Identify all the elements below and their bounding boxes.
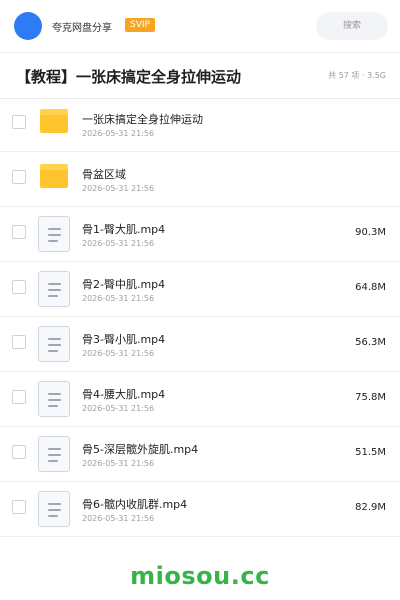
brand-name: 夸克网盘分享	[52, 23, 112, 34]
list-item[interactable]: 一张床搞定全身拉伸运动 2026-05-31 21:56	[0, 97, 400, 152]
file-date: 2026-05-31 21:56	[82, 294, 155, 303]
share-page: 夸克网盘分享 SVIP 搜索 【教程】一张床搞定全身拉伸运动 共 57 项 · …	[0, 0, 400, 600]
list-item[interactable]: 骨2-臀中肌.mp4 2026-05-31 21:56 64.8M	[0, 262, 400, 317]
file-date: 2026-05-31 21:56	[82, 349, 155, 358]
checkbox[interactable]	[12, 225, 26, 239]
video-file-icon	[38, 271, 70, 307]
file-size: 56.3M	[355, 337, 386, 348]
file-date: 2026-05-31 21:56	[82, 239, 155, 248]
file-name: 骨1-臀大肌.mp4	[82, 223, 166, 236]
checkbox[interactable]	[12, 170, 26, 184]
folder-icon	[40, 109, 68, 133]
file-name: 骨3-臀小肌.mp4	[82, 333, 166, 346]
avatar[interactable]	[14, 12, 42, 40]
video-file-icon	[38, 491, 70, 527]
file-name: 骨2-臀中肌.mp4	[82, 278, 166, 291]
video-file-icon	[38, 436, 70, 472]
list-item[interactable]: 骨4-腰大肌.mp4 2026-05-31 21:56 75.8M	[0, 372, 400, 427]
file-date: 2026-05-31 21:56	[82, 514, 155, 523]
file-date: 2026-05-31 21:56	[82, 459, 155, 468]
file-date: 2026-05-31 21:56	[82, 184, 155, 193]
share-title-row: 【教程】一张床搞定全身拉伸运动 共 57 项 · 3.5G	[0, 52, 400, 99]
file-date: 2026-05-31 21:56	[82, 129, 155, 138]
search-button[interactable]: 搜索	[316, 12, 388, 40]
file-name: 骨4-腰大肌.mp4	[82, 388, 166, 401]
file-size: 82.9M	[355, 502, 386, 513]
file-size: 90.3M	[355, 227, 386, 238]
folder-icon	[40, 164, 68, 188]
page-title: 【教程】一张床搞定全身拉伸运动	[16, 68, 242, 86]
file-size: 51.5M	[355, 447, 386, 458]
checkbox[interactable]	[12, 500, 26, 514]
checkbox[interactable]	[12, 115, 26, 129]
checkbox[interactable]	[12, 280, 26, 294]
file-name: 骨6-髋内收肌群.mp4	[82, 498, 188, 511]
list-item[interactable]: 骨1-臀大肌.mp4 2026-05-31 21:56 90.3M	[0, 207, 400, 262]
checkbox[interactable]	[12, 445, 26, 459]
checkbox[interactable]	[12, 390, 26, 404]
file-list: 一张床搞定全身拉伸运动 2026-05-31 21:56 骨盆区域 2026-0…	[0, 97, 400, 537]
svip-badge: SVIP	[125, 18, 155, 32]
file-name: 骨5-深层髋外旋肌.mp4	[82, 443, 199, 456]
file-date: 2026-05-31 21:56	[82, 404, 155, 413]
list-item[interactable]: 骨盆区域 2026-05-31 21:56	[0, 152, 400, 207]
top-bar: 夸克网盘分享 SVIP 搜索	[0, 0, 400, 53]
list-item[interactable]: 骨3-臀小肌.mp4 2026-05-31 21:56 56.3M	[0, 317, 400, 372]
file-size: 64.8M	[355, 282, 386, 293]
video-file-icon	[38, 326, 70, 362]
share-meta: 共 57 项 · 3.5G	[328, 71, 386, 80]
watermark: miosou.cc	[130, 562, 270, 590]
list-item[interactable]: 骨5-深层髋外旋肌.mp4 2026-05-31 21:56 51.5M	[0, 427, 400, 482]
file-name: 一张床搞定全身拉伸运动	[82, 113, 203, 126]
video-file-icon	[38, 381, 70, 417]
file-name: 骨盆区域	[82, 168, 126, 181]
checkbox[interactable]	[12, 335, 26, 349]
file-size: 75.8M	[355, 392, 386, 403]
video-file-icon	[38, 216, 70, 252]
list-item[interactable]: 骨6-髋内收肌群.mp4 2026-05-31 21:56 82.9M	[0, 482, 400, 537]
